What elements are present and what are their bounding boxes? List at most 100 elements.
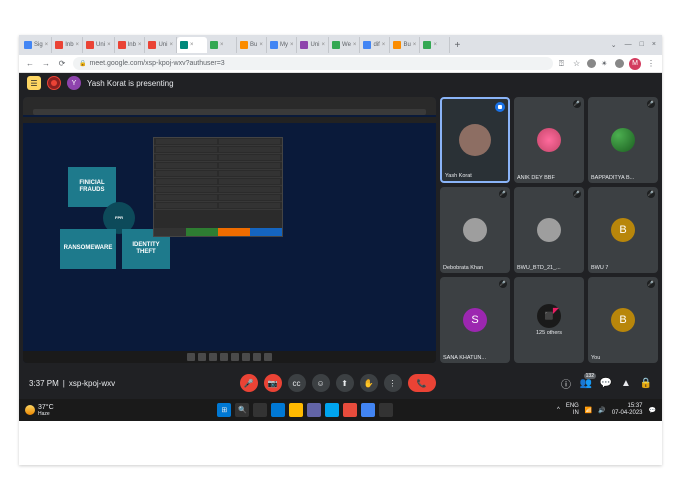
tab[interactable]: My× <box>267 37 298 53</box>
mute-icon: 🎤 <box>499 190 507 198</box>
leave-call-button[interactable]: 📞 <box>408 374 436 392</box>
url-input[interactable]: 🔒 meet.google.com/xsp-kpoj-wxv?authuser=… <box>73 57 553 70</box>
lock-icon: 🔒 <box>79 60 86 67</box>
diagram-box: FINICIALFRAUDS <box>68 167 116 207</box>
present-button[interactable]: ⬆ <box>336 374 354 392</box>
search-button[interactable]: 🔍 <box>235 403 249 417</box>
new-tab-button[interactable]: + <box>450 40 464 51</box>
microphone-button[interactable]: 🎤 <box>240 374 258 392</box>
profile-avatar[interactable]: M <box>629 58 641 70</box>
teams-icon[interactable] <box>307 403 321 417</box>
menu-icon[interactable]: ⋮ <box>646 59 656 69</box>
close-icon[interactable]: × <box>322 42 326 48</box>
pin-button[interactable]: ☰ <box>27 76 41 90</box>
reactions-button[interactable]: ☺ <box>312 374 330 392</box>
close-icon[interactable]: × <box>259 42 263 48</box>
extensions-icon[interactable]: ✴ <box>601 59 610 68</box>
close-icon[interactable]: × <box>220 42 224 48</box>
more-options-button[interactable]: ⋮ <box>384 374 402 392</box>
minimize-icon[interactable]: — <box>625 41 632 49</box>
favicon <box>55 41 63 49</box>
tab[interactable]: Bu× <box>237 37 267 53</box>
close-icon[interactable]: × <box>382 42 386 48</box>
self-tile[interactable]: 🎤 B You <box>588 277 658 363</box>
edge-icon[interactable] <box>271 403 285 417</box>
tab[interactable]: Uni× <box>145 37 177 53</box>
app-icon[interactable] <box>325 403 339 417</box>
close-icon[interactable]: × <box>138 42 142 48</box>
participant-name: SANA KHATUN... <box>443 355 486 361</box>
host-controls-button[interactable]: 🔒 <box>640 377 652 389</box>
chrome-icon[interactable] <box>361 403 375 417</box>
participant-tile[interactable]: 🎤 BAPPADITYA B... <box>588 97 658 183</box>
browser-window: Sig× Inb× Uni× Inb× Uni× × × Bu× My× Uni… <box>19 35 662 465</box>
close-icon[interactable]: × <box>169 42 173 48</box>
close-icon[interactable]: × <box>290 42 294 48</box>
task-view-button[interactable] <box>253 403 267 417</box>
start-button[interactable]: ⊞ <box>217 403 231 417</box>
clock[interactable]: 15:37 07-04-2023 <box>612 403 643 416</box>
participant-tile[interactable]: 🎤 Debobrata Khan <box>440 187 510 273</box>
back-button[interactable]: ← <box>25 59 35 69</box>
people-button[interactable]: 👥132 <box>580 377 592 389</box>
explorer-icon[interactable] <box>289 403 303 417</box>
chat-button[interactable]: 💬 <box>600 377 612 389</box>
extension-icon[interactable] <box>615 59 624 68</box>
close-icon[interactable]: × <box>45 42 49 48</box>
volume-icon[interactable]: 🔊 <box>598 407 605 414</box>
tab[interactable]: Inb× <box>115 37 146 53</box>
captions-button[interactable]: cc <box>288 374 306 392</box>
wifi-icon[interactable]: 📶 <box>585 407 592 414</box>
extension-icon[interactable] <box>587 59 596 68</box>
participant-name: BWU_BTD_21_... <box>517 265 561 271</box>
forward-button[interactable]: → <box>41 59 51 69</box>
reload-button[interactable]: ⟳ <box>57 59 67 69</box>
tab[interactable]: We× <box>329 37 360 53</box>
app-icon[interactable] <box>343 403 357 417</box>
close-icon[interactable]: × <box>107 42 111 48</box>
tab-active[interactable]: × <box>177 37 207 53</box>
windows-taskbar: 37°C Haze ⊞ 🔍 ^ ENG IN 📶 🔊 15:3 <box>19 399 662 421</box>
tab[interactable]: Sig× <box>21 37 52 53</box>
app-icon[interactable] <box>379 403 393 417</box>
bookmark-icon[interactable]: ☆ <box>573 59 582 68</box>
record-button[interactable] <box>47 76 61 90</box>
language[interactable]: ENG <box>566 403 579 410</box>
weather-widget[interactable]: 37°C Haze <box>25 404 54 417</box>
tab[interactable]: dif× <box>360 37 390 53</box>
tab[interactable]: Bu× <box>390 37 420 53</box>
close-icon[interactable]: × <box>76 42 80 48</box>
banner-text: Yash Korat is presenting <box>87 79 174 88</box>
presenter-avatar: Y <box>67 76 81 90</box>
tray-chevron-icon[interactable]: ^ <box>557 407 560 413</box>
share-icon[interactable]: ⍰ <box>559 59 568 68</box>
tab[interactable]: × <box>207 37 237 53</box>
close-icon[interactable]: × <box>433 42 437 48</box>
shared-screen[interactable]: FINICIALFRAUDS FPR RANSOMEWARE IDENTITYT… <box>23 97 436 363</box>
favicon <box>86 41 94 49</box>
participant-count: 132 <box>584 373 596 379</box>
tab[interactable]: Inb× <box>52 37 83 53</box>
participant-tile[interactable]: 🎤 S SANA KHATUN... <box>440 277 510 363</box>
participant-tile[interactable]: 🎤 B BWU 7 <box>588 187 658 273</box>
close-icon[interactable]: × <box>652 41 656 49</box>
info-button[interactable]: ⓘ <box>560 377 572 389</box>
participant-tile[interactable]: Yash Korat <box>440 97 510 183</box>
tab[interactable]: Uni× <box>297 37 329 53</box>
close-icon[interactable]: × <box>413 42 417 48</box>
camera-button[interactable]: 📷 <box>264 374 282 392</box>
participant-tile[interactable]: 🎤 BWU_BTD_21_... <box>514 187 584 273</box>
tab[interactable]: × <box>420 37 450 53</box>
close-icon[interactable]: × <box>190 42 194 48</box>
others-tile[interactable]: ⬛◤ 125 others <box>514 277 584 363</box>
maximize-icon[interactable]: □ <box>640 41 644 49</box>
avatar: B <box>611 308 635 332</box>
participant-tile[interactable]: 🎤 ANIK DEY BBF <box>514 97 584 183</box>
activities-button[interactable]: ▲ <box>620 377 632 389</box>
close-icon[interactable]: × <box>353 42 357 48</box>
participant-name: BWU 7 <box>591 265 608 271</box>
raise-hand-button[interactable]: ✋ <box>360 374 378 392</box>
notifications-icon[interactable]: 💬 <box>649 407 656 414</box>
chevron-down-icon[interactable]: ⌄ <box>611 41 617 49</box>
tab[interactable]: Uni× <box>83 37 115 53</box>
